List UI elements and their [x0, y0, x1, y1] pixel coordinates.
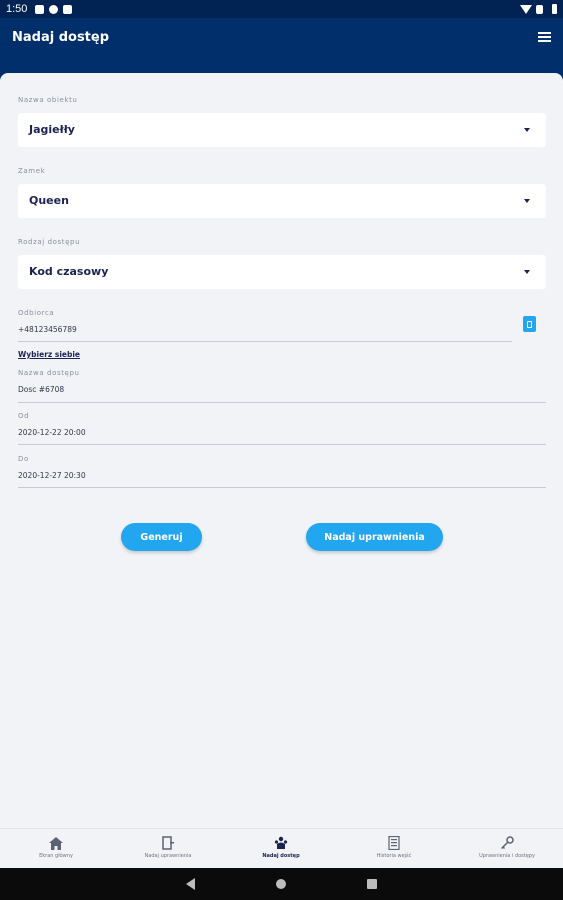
battery-icon	[552, 4, 557, 14]
page-title: Nadaj dostęp	[12, 30, 110, 45]
recent-apps-icon[interactable]	[367, 879, 377, 889]
recipient-label: Odbiorca	[18, 309, 55, 317]
home-icon	[49, 836, 63, 850]
signal-icon	[536, 4, 543, 14]
nav-item-permissions-access[interactable]: Uprawnienia i dostępy	[451, 829, 563, 869]
access-name-label: Nazwa dostępu	[18, 369, 80, 377]
back-icon[interactable]	[186, 878, 195, 890]
access-type-label: Rodzaj dostępu	[18, 238, 81, 246]
nav-item-grant-access[interactable]: Nadaj dostęp	[225, 829, 337, 869]
nav-item-grant-permissions[interactable]: Nadaj uprawnienia	[112, 829, 224, 869]
generate-button[interactable]: Generuj	[121, 523, 202, 551]
to-underline	[18, 487, 546, 488]
choose-self-link[interactable]: Wybierz siebie	[18, 350, 80, 359]
nav-label-permissions-access: Uprawnienia i dostępy	[479, 853, 535, 859]
object-label: Nazwa obiektu	[18, 96, 78, 104]
lock-value: Queen	[29, 194, 69, 207]
lock-select[interactable]: Queen	[18, 184, 546, 218]
chevron-down-icon	[524, 128, 530, 132]
history-icon	[387, 836, 401, 850]
door-icon	[161, 836, 175, 850]
access-type-select[interactable]: Kod czasowy	[18, 255, 546, 289]
nav-label-grant-permissions: Nadaj uprawnienia	[144, 853, 192, 859]
access-type-value: Kod czasowy	[29, 265, 109, 278]
access-name-underline	[18, 402, 546, 403]
grant-access-button[interactable]: Nadaj uprawnienia	[306, 523, 443, 551]
chevron-down-icon	[524, 199, 530, 203]
status-time: 1:50	[6, 3, 28, 15]
nav-label-home: Ekran główny	[39, 853, 73, 859]
to-label: Do	[18, 455, 29, 463]
recipient-input[interactable]: +48123456789	[18, 325, 77, 334]
nav-item-history[interactable]: Historia wejść	[338, 829, 450, 869]
app-bar: Nadaj dostęp	[0, 18, 563, 73]
status-bar: 1:50	[0, 0, 563, 18]
menu-icon[interactable]	[538, 32, 551, 42]
system-navigation-bar	[0, 868, 563, 900]
app-notification-icon	[63, 4, 73, 14]
wifi-icon	[520, 4, 532, 14]
home-button-icon[interactable]	[276, 879, 286, 889]
from-label: Od	[18, 412, 30, 420]
access-name-input[interactable]: Dosc #6708	[18, 385, 64, 394]
object-value: Jagiełły	[29, 123, 75, 136]
object-select[interactable]: Jagiełły	[18, 113, 546, 147]
to-input[interactable]: 2020-12-27 20:30	[18, 471, 86, 480]
from-input[interactable]: 2020-12-22 20:00	[18, 428, 86, 437]
nav-item-home[interactable]: Ekran główny	[0, 829, 112, 869]
lock-label: Zamek	[18, 167, 46, 175]
from-underline	[18, 444, 546, 445]
settings-notification-icon	[49, 4, 59, 14]
nav-label-grant-access: Nadaj dostęp	[262, 853, 300, 859]
nav-label-history: Historia wejść	[376, 853, 412, 859]
people-icon	[274, 836, 288, 850]
notification-icon	[35, 4, 45, 14]
contact-book-icon[interactable]	[523, 316, 536, 332]
bottom-navigation: Ekran główny Nadaj uprawnienia Nadaj dos…	[0, 828, 563, 868]
key-icon	[500, 836, 514, 850]
recipient-underline	[18, 341, 512, 342]
chevron-down-icon	[524, 270, 530, 274]
